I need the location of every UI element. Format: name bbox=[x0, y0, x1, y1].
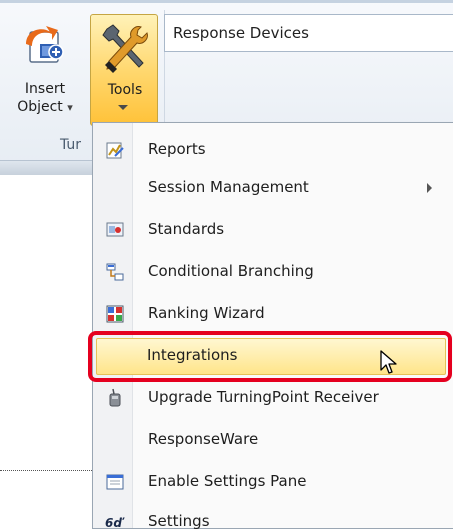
menu-item-label: Enable Settings Pane bbox=[148, 472, 307, 490]
menu-item-label: Standards bbox=[148, 220, 225, 238]
insert-object-label-line1: Insert bbox=[24, 81, 66, 97]
receiver-icon bbox=[109, 388, 121, 407]
ranking-wizard-icon bbox=[106, 305, 124, 323]
tools-label: Tools bbox=[107, 82, 143, 98]
tools-button[interactable]: Tools bbox=[90, 14, 158, 126]
conditional-branching-icon bbox=[106, 263, 124, 281]
menu-item-reports[interactable]: Reports bbox=[93, 129, 453, 171]
menu-item-label: Session Management bbox=[148, 178, 309, 196]
chevron-right-icon bbox=[427, 183, 432, 193]
ribbon-group-label: Tur bbox=[60, 137, 82, 153]
mouse-cursor-icon bbox=[380, 350, 397, 374]
menu-item-label: Conditional Branching bbox=[148, 262, 314, 280]
menu-item-conditional-branching[interactable]: Conditional Branching bbox=[93, 251, 453, 293]
menu-item-session-management[interactable]: Session Management bbox=[93, 167, 453, 209]
menu-item-label: Reports bbox=[148, 140, 206, 158]
menu-item-label: Upgrade TurningPoint Receiver bbox=[148, 388, 379, 406]
svg-text:6ď: 6ď bbox=[105, 516, 125, 529]
insert-object-label: Insert Object ▾ bbox=[8, 80, 82, 117]
tools-icon bbox=[102, 24, 148, 73]
settings-pane-icon bbox=[106, 474, 124, 490]
standards-icon bbox=[106, 222, 124, 237]
ribbon-top-border bbox=[0, 0, 453, 3]
menu-item-label: Ranking Wizard bbox=[148, 304, 265, 322]
chevron-down-icon: ▾ bbox=[67, 101, 73, 114]
reports-icon bbox=[106, 142, 124, 159]
menu-item-label: ResponseWare bbox=[148, 430, 259, 448]
chevron-down-icon bbox=[118, 105, 128, 110]
menu-item-standards[interactable]: Standards bbox=[93, 209, 453, 251]
settings-icon: 6ď bbox=[105, 516, 125, 529]
insert-object-icon bbox=[26, 26, 64, 63]
menu-item-ranking-wizard[interactable]: Ranking Wizard bbox=[93, 293, 453, 335]
dotted-divider bbox=[0, 470, 92, 471]
menu-item-upgrade-receiver[interactable]: Upgrade TurningPoint Receiver bbox=[93, 377, 453, 419]
menu-item-settings[interactable]: 6ď Settings bbox=[93, 501, 453, 529]
insert-object-button[interactable]: Insert Object ▾ bbox=[8, 18, 82, 133]
menu-item-responseware[interactable]: ResponseWare bbox=[93, 419, 453, 461]
tools-dropdown-menu: Reports Session Management Standards Con… bbox=[92, 122, 453, 529]
menu-item-label: Settings bbox=[148, 512, 210, 529]
response-devices-box[interactable]: Response Devices bbox=[164, 14, 453, 52]
menu-item-enable-settings-pane[interactable]: Enable Settings Pane bbox=[93, 461, 453, 503]
response-devices-label: Response Devices bbox=[173, 24, 309, 42]
insert-object-label-line2: Object bbox=[17, 99, 63, 115]
